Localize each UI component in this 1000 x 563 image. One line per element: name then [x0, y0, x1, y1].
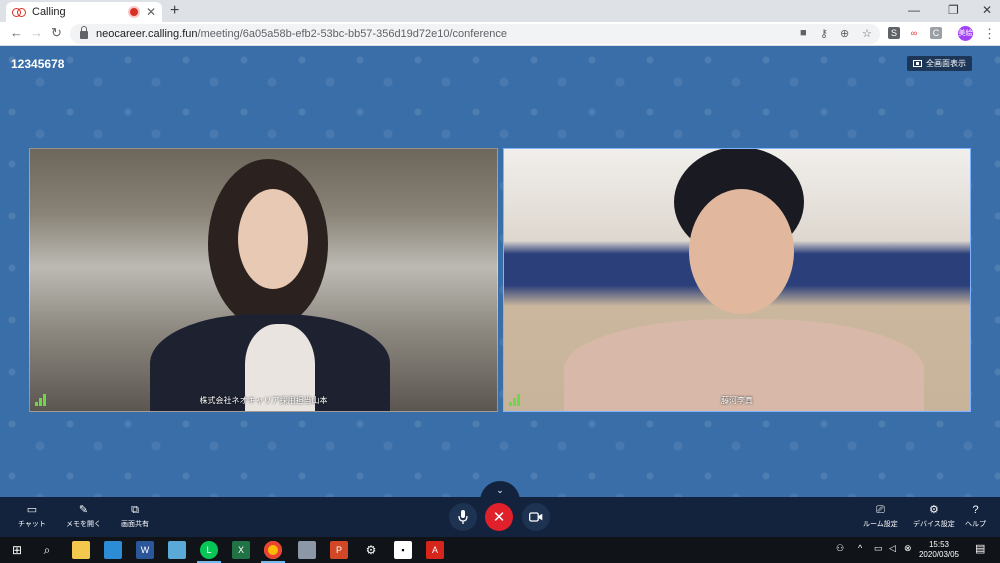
- browser-tab-bar: Calling ✕ + — ❐ ✕: [0, 0, 1000, 22]
- avatar[interactable]: 美絵: [958, 26, 973, 41]
- key-icon[interactable]: ⚷: [820, 27, 828, 40]
- search-icon[interactable]: ⌕: [38, 541, 56, 559]
- windows-start-icon[interactable]: ⊞: [8, 541, 26, 559]
- pencil-icon: ✎: [78, 504, 89, 516]
- edge-icon[interactable]: [104, 541, 122, 559]
- gear-icon: ⚙: [928, 504, 939, 516]
- calling-logo-icon: [12, 8, 26, 17]
- acrobat-icon[interactable]: A: [426, 541, 444, 559]
- chat-label: チャット: [18, 521, 46, 528]
- help-label: ヘルプ: [965, 521, 986, 528]
- calling-extension-icon[interactable]: ∞: [908, 27, 920, 39]
- clock-time: 15:53: [928, 540, 950, 549]
- maximize-button[interactable]: ❐: [948, 3, 959, 17]
- participant-name: 株式会社ネオキャリア採用担当山本: [199, 396, 328, 405]
- extension-c-icon[interactable]: C: [930, 27, 942, 39]
- video-camera-icon: [529, 512, 543, 522]
- extension-s-icon[interactable]: S: [888, 27, 900, 39]
- participant-video-1[interactable]: 株式会社ネオキャリア採用担当山本: [29, 148, 498, 412]
- app-icon[interactable]: [298, 541, 316, 559]
- screen-share-icon: ⧉: [131, 504, 139, 516]
- tab-title: Calling: [32, 6, 66, 18]
- windows-taskbar: ⊞ ⌕ W L X P ⚙ ▪ A ⚇ ^ ▭ ◁ ⊗ 15:53 2020/0…: [0, 537, 1000, 563]
- conference-area: 12345678 全画面表示 株式会社ネオキャリア採用担当山本 藤河李真: [0, 46, 1000, 497]
- chevron-up-icon[interactable]: ^: [858, 543, 862, 553]
- excel-icon[interactable]: X: [232, 541, 250, 559]
- forward-arrow-icon[interactable]: →: [30, 25, 43, 40]
- participant-face: [238, 189, 308, 289]
- zoom-icon[interactable]: ⊕: [840, 27, 849, 40]
- settings-gear-icon[interactable]: ⚙: [362, 541, 380, 559]
- memo-button[interactable]: ✎ メモを開く: [66, 503, 101, 529]
- lock-icon: [80, 26, 88, 39]
- file-explorer-icon[interactable]: [72, 541, 90, 559]
- close-icon: ✕: [492, 509, 506, 526]
- room-settings-icon: ⎚: [875, 504, 885, 516]
- volume-icon[interactable]: ◁: [889, 543, 896, 554]
- hang-up-button[interactable]: ✕: [485, 503, 513, 531]
- memo-label: メモを開く: [66, 521, 101, 528]
- participant-name: 藤河李真: [721, 396, 753, 405]
- minimize-button[interactable]: —: [908, 3, 920, 17]
- help-button[interactable]: ? ヘルプ: [965, 503, 986, 529]
- system-clock[interactable]: 15:53 2020/03/05: [917, 540, 961, 560]
- call-control-bar: ▭ チャット ✎ メモを開く ⧉ 画面共有 ✕ ⎚ ルーム設定 ⚙ デバイス設定…: [0, 497, 1000, 537]
- screen-share-button[interactable]: ⧉ 画面共有: [121, 503, 149, 529]
- help-icon: ?: [972, 504, 979, 516]
- device-settings-button[interactable]: ⚙ デバイス設定: [913, 503, 955, 529]
- reload-icon[interactable]: ↻: [51, 25, 62, 41]
- chat-button[interactable]: ▭ チャット: [18, 503, 46, 529]
- tab-close-icon[interactable]: ✕: [146, 5, 156, 19]
- notification-icon[interactable]: ▤: [975, 542, 985, 555]
- powerpoint-icon[interactable]: P: [330, 541, 348, 559]
- microphone-icon: [458, 510, 468, 524]
- recording-icon: [129, 8, 138, 16]
- device-settings-label: デバイス設定: [913, 521, 955, 528]
- meeting-id: 12345678: [11, 57, 65, 71]
- participant-video-2[interactable]: 藤河李真: [503, 148, 971, 412]
- url-host: neocareer.calling.fun: [96, 28, 198, 40]
- room-settings-label: ルーム設定: [863, 521, 898, 528]
- fullscreen-label: 全画面表示: [926, 59, 966, 68]
- camera-in-use-icon[interactable]: ■: [800, 27, 807, 39]
- bookmark-star-icon[interactable]: ☆: [862, 27, 872, 40]
- browser-tab[interactable]: Calling ✕: [6, 2, 162, 22]
- room-settings-button[interactable]: ⎚ ルーム設定: [863, 503, 898, 529]
- people-icon[interactable]: ⚇: [836, 543, 844, 554]
- address-bar[interactable]: neocareer.calling.fun/meeting/6a05a58b-e…: [70, 24, 880, 44]
- clock-date: 2020/03/05: [918, 550, 960, 559]
- url-path: /meeting/6a05a58b-efb2-53bc-bb57-356d19d…: [197, 28, 507, 40]
- browser-toolbar: ← → ↻ neocareer.calling.fun/meeting/6a05…: [0, 22, 1000, 46]
- network-off-icon[interactable]: ⊗: [904, 543, 912, 554]
- line-icon[interactable]: L: [200, 541, 218, 559]
- screen-share-label: 画面共有: [121, 521, 149, 528]
- kebab-menu-icon[interactable]: ⋮: [983, 26, 996, 42]
- chevron-down-icon: ⌄: [496, 485, 504, 495]
- camera-button[interactable]: [522, 503, 550, 531]
- app-icon[interactable]: [168, 541, 186, 559]
- fullscreen-button[interactable]: 全画面表示: [907, 56, 972, 71]
- note-icon[interactable]: ▪: [394, 541, 412, 559]
- close-window-button[interactable]: ✕: [982, 3, 992, 17]
- chat-icon: ▭: [26, 504, 38, 516]
- mic-button[interactable]: [449, 503, 477, 531]
- battery-icon[interactable]: ▭: [874, 543, 883, 554]
- fullscreen-icon: [913, 60, 922, 67]
- new-tab-button[interactable]: +: [170, 2, 179, 20]
- back-arrow-icon[interactable]: ←: [10, 25, 23, 40]
- word-icon[interactable]: W: [136, 541, 154, 559]
- chrome-icon[interactable]: [264, 541, 282, 559]
- participant-face: [689, 189, 794, 314]
